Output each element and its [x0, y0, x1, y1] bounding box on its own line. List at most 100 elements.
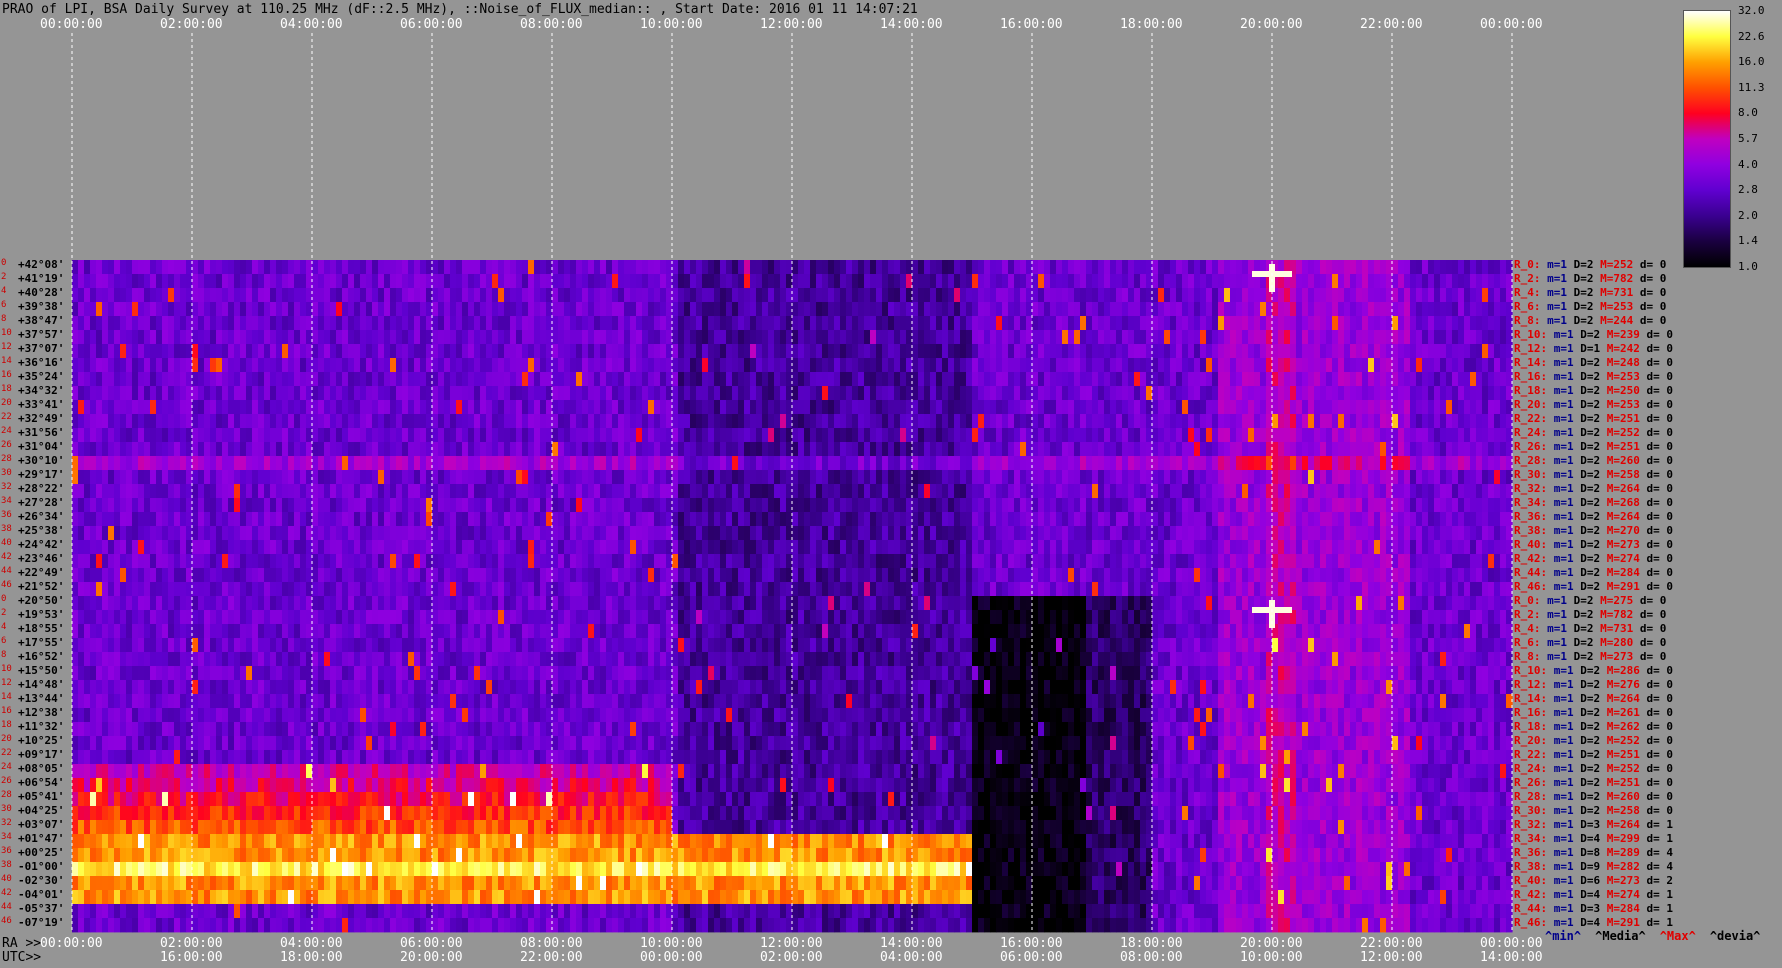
heatmap-cell — [1086, 400, 1093, 415]
heatmap-cell — [552, 498, 559, 513]
heatmap-cell — [510, 470, 517, 485]
heatmap-cell — [834, 414, 841, 429]
heatmap-cell — [138, 414, 145, 429]
heatmap-cell — [810, 484, 817, 499]
heatmap-cell — [456, 498, 463, 513]
heatmap-cell — [1428, 498, 1435, 513]
heatmap-cell — [450, 526, 457, 541]
heatmap-cell — [762, 274, 769, 289]
heatmap-cell — [1266, 498, 1273, 513]
heatmap-cell — [1068, 484, 1075, 499]
heatmap-cell — [612, 316, 619, 331]
heatmap-cell — [498, 540, 505, 555]
heatmap-cell — [90, 526, 97, 541]
heatmap-cell — [1038, 512, 1045, 527]
heatmap-cell — [342, 456, 349, 471]
heatmap-cell — [216, 372, 223, 387]
heatmap-cell — [234, 456, 241, 471]
heatmap-cell — [1254, 456, 1261, 471]
heatmap-cell — [618, 372, 625, 387]
heatmap-cell — [174, 330, 181, 345]
heatmap-cell — [654, 428, 661, 443]
heatmap-cell — [498, 428, 505, 443]
heatmap-cell — [660, 512, 667, 527]
heatmap-cell — [1380, 442, 1387, 457]
heatmap-cell — [1134, 372, 1141, 387]
heatmap-cell — [210, 540, 217, 555]
heatmap-cell — [1050, 316, 1057, 331]
heatmap-cell — [948, 302, 955, 317]
heatmap-cell — [1320, 498, 1327, 513]
heatmap-cell — [870, 288, 877, 303]
heatmap-cell — [1032, 428, 1039, 443]
heatmap-cell — [1314, 414, 1321, 429]
heatmap-cell — [630, 330, 637, 345]
heatmap-cell — [174, 302, 181, 317]
heatmap-cell — [516, 540, 523, 555]
heatmap-cell — [1086, 442, 1093, 457]
heatmap-cell — [1350, 288, 1357, 303]
heatmap-cell — [684, 498, 691, 513]
heatmap-cell — [1164, 302, 1171, 317]
heatmap-cell — [1158, 442, 1165, 457]
heatmap-cell — [618, 274, 625, 289]
heatmap-cell — [1110, 414, 1117, 429]
heatmap-cell — [432, 484, 439, 499]
heatmap-cell — [636, 414, 643, 429]
heatmap-cell — [744, 428, 751, 443]
heatmap-cell — [168, 260, 175, 275]
heatmap-cell — [894, 498, 901, 513]
heatmap-cell — [1482, 358, 1489, 373]
heatmap-cell — [834, 330, 841, 345]
heatmap-cell — [1278, 428, 1285, 443]
heatmap-cell — [1236, 498, 1243, 513]
heatmap-cell — [450, 302, 457, 317]
heatmap-cell — [696, 414, 703, 429]
heatmap-cell — [480, 288, 487, 303]
heatmap-cell — [1470, 400, 1477, 415]
heatmap-cell — [1326, 316, 1333, 331]
heatmap-cell — [852, 400, 859, 415]
heatmap-cell — [738, 372, 745, 387]
heatmap-cell — [78, 456, 85, 471]
heatmap-cell — [960, 372, 967, 387]
heatmap-cell — [684, 484, 691, 499]
heatmap-cell — [498, 498, 505, 513]
heatmap-cell — [1194, 288, 1201, 303]
heatmap-cell — [360, 512, 367, 527]
heatmap-cell — [1140, 442, 1147, 457]
heatmap-cell — [1068, 428, 1075, 443]
heatmap-cell — [1152, 386, 1159, 401]
heatmap-cell — [318, 274, 325, 289]
heatmap-cell — [1134, 274, 1141, 289]
heatmap-cell — [192, 428, 199, 443]
heatmap-cell — [522, 428, 529, 443]
heatmap-cell — [540, 344, 547, 359]
heatmap-cell — [438, 302, 445, 317]
heatmap-cell — [1452, 372, 1459, 387]
heatmap-cell — [264, 512, 271, 527]
heatmap-cell — [930, 428, 937, 443]
heatmap-cell — [1038, 274, 1045, 289]
heatmap-cell — [192, 526, 199, 541]
heatmap-cell — [1116, 414, 1123, 429]
heatmap-cell — [1452, 316, 1459, 331]
heatmap-cell — [396, 456, 403, 471]
heatmap-cell — [1230, 540, 1237, 555]
heatmap-cell — [306, 540, 313, 555]
heatmap-cell — [258, 414, 265, 429]
heatmap-cell — [690, 358, 697, 373]
heatmap-cell — [84, 330, 91, 345]
heatmap-cell — [306, 372, 313, 387]
heatmap-cell — [528, 386, 535, 401]
heatmap-cell — [462, 470, 469, 485]
heatmap-cell — [912, 288, 919, 303]
heatmap-cell — [1410, 302, 1417, 317]
heatmap-cell — [750, 344, 757, 359]
heatmap-cell — [264, 330, 271, 345]
heatmap-cell — [828, 414, 835, 429]
heatmap-cell — [1410, 470, 1417, 485]
heatmap-cell — [822, 302, 829, 317]
heatmap-cell — [1446, 428, 1453, 443]
heatmap-cell — [522, 456, 529, 471]
